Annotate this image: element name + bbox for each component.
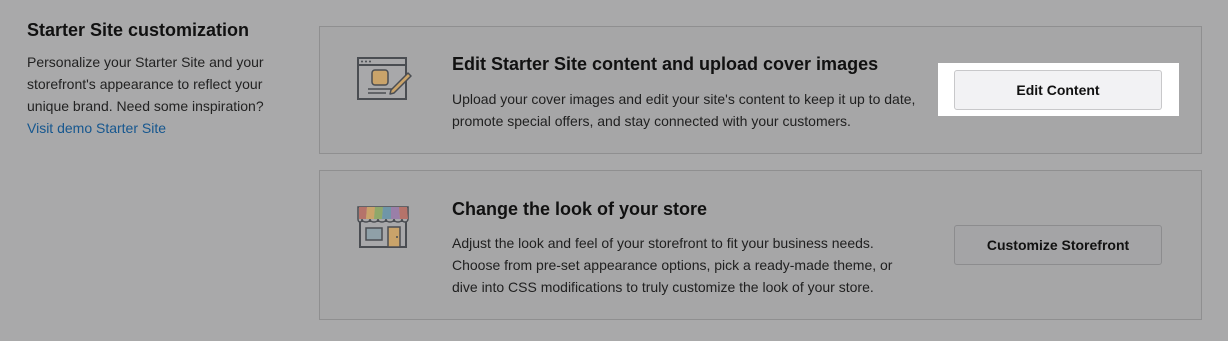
card-description: Adjust the look and feel of your storefr… xyxy=(452,235,893,295)
browser-edit-icon xyxy=(356,55,412,108)
storefront-icon xyxy=(356,201,412,256)
card-title: Change the look of your store xyxy=(452,199,708,219)
card-description: Upload your cover images and edit your s… xyxy=(452,91,916,129)
card-title: Edit Starter Site content and upload cov… xyxy=(452,54,879,74)
section-intro: Starter Site customization Personalize y… xyxy=(27,20,297,139)
visit-demo-link[interactable]: Visit demo Starter Site xyxy=(27,117,297,139)
section-title: Starter Site customization xyxy=(27,20,250,40)
edit-content-button[interactable]: Edit Content xyxy=(954,70,1162,110)
customize-storefront-button[interactable]: Customize Storefront xyxy=(954,225,1162,265)
section-description: Personalize your Starter Site and your s… xyxy=(27,54,264,114)
